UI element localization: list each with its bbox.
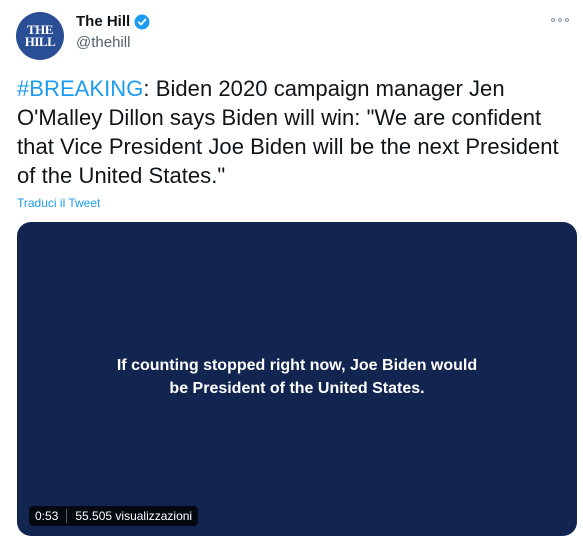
more-options-icon[interactable] xyxy=(551,14,569,26)
author-handle[interactable]: @thehill xyxy=(76,34,130,51)
video-duration: 0:53 xyxy=(35,509,59,523)
video-caption-line-1: If counting stopped right now, Joe Biden… xyxy=(116,357,478,374)
video-view-count: 55.505 visualizzazioni xyxy=(75,509,193,523)
tweet[interactable]: THE HILL The Hill @thehill #BREAKING: Bi… xyxy=(0,0,583,543)
video-meta-divider xyxy=(66,509,68,523)
hashtag-link[interactable]: #BREAKING xyxy=(17,76,143,101)
video-player[interactable]: If counting stopped right now, Joe Biden… xyxy=(17,222,577,536)
avatar[interactable]: THE HILL xyxy=(16,12,64,60)
author-name-label: The Hill xyxy=(76,13,131,30)
video-caption: If counting stopped right now, Joe Biden… xyxy=(17,354,577,400)
video-meta-badge: 0:53 55.505 visualizzazioni xyxy=(29,506,199,526)
avatar-line-2: HILL xyxy=(24,34,56,49)
video-caption-line-2: be President of the United States. xyxy=(169,380,425,397)
verified-badge-icon xyxy=(134,14,150,30)
translate-tweet-link[interactable]: Traduci il Tweet xyxy=(17,196,100,210)
author-name[interactable]: The Hill xyxy=(76,13,150,30)
tweet-text: #BREAKING: Biden 2020 campaign manager J… xyxy=(17,74,577,190)
